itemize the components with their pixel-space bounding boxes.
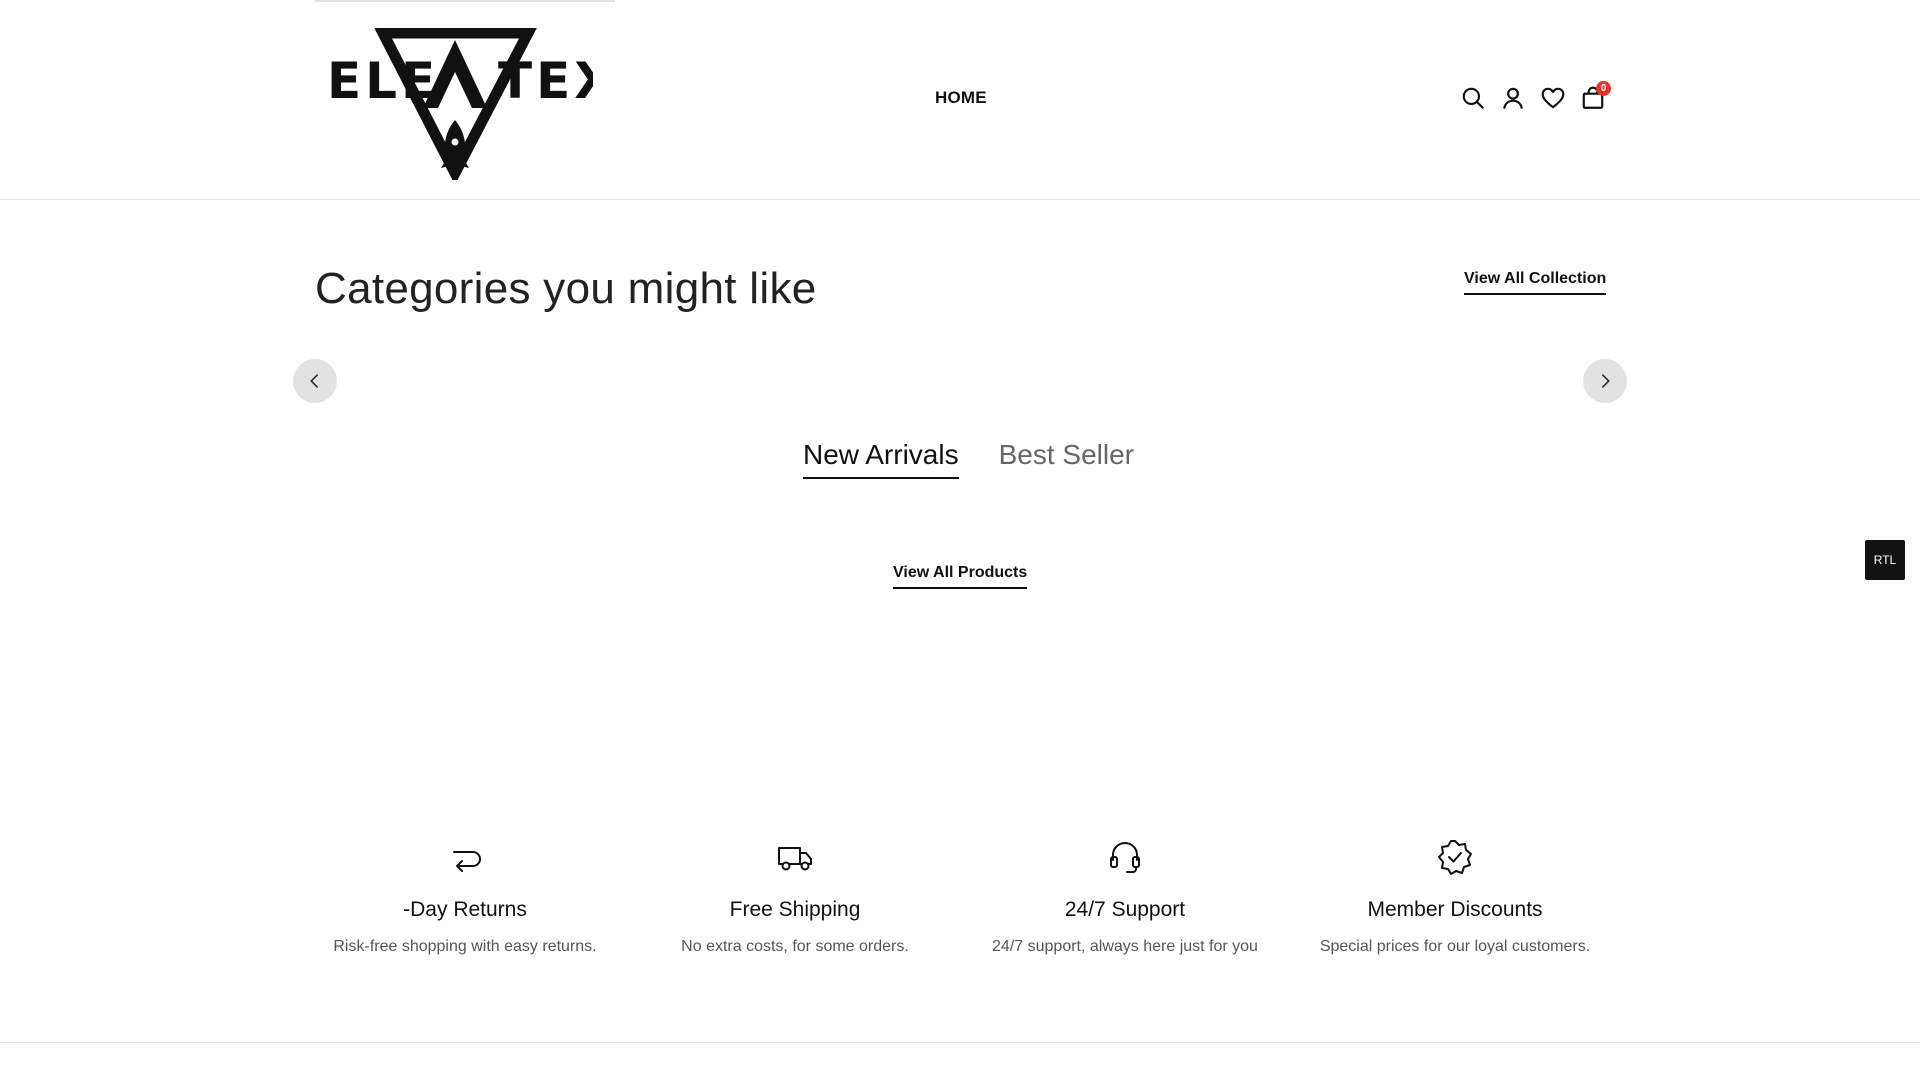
footer-divider xyxy=(0,1042,1920,1043)
feature-discounts: Member Discounts Special prices for our … xyxy=(1290,838,1620,956)
elevatex-logo-graphic: ELE TEX xyxy=(327,28,593,180)
truck-icon xyxy=(776,838,814,876)
product-tabs: New Arrivals Best Seller xyxy=(803,439,1134,479)
view-all-products-link[interactable]: View All Products xyxy=(893,564,1028,589)
cart-bag-icon[interactable]: 0 xyxy=(1580,81,1611,111)
carousel-next-button[interactable] xyxy=(1583,359,1627,403)
header-icon-group: 0 xyxy=(1460,81,1611,111)
feature-desc: 24/7 support, always here just for you xyxy=(992,938,1258,955)
search-icon[interactable] xyxy=(1460,85,1486,111)
headset-icon xyxy=(1106,838,1144,876)
badge-check-icon xyxy=(1436,838,1474,876)
return-arrow-icon xyxy=(446,838,484,876)
nav-home[interactable]: HOME xyxy=(935,88,987,108)
feature-support: 24/7 Support 24/7 support, always here j… xyxy=(960,838,1290,956)
logo-top-divider xyxy=(315,0,615,2)
page: ELE TEX HOME xyxy=(0,0,1920,1080)
chevron-right-icon xyxy=(1602,374,1610,388)
feature-desc: Special prices for our loyal customers. xyxy=(1319,938,1591,955)
cart-count-badge: 0 xyxy=(1596,81,1611,96)
feature-title: Free Shipping xyxy=(729,898,861,921)
site-header: ELE TEX HOME xyxy=(0,0,1920,200)
feature-title: 24/7 Support xyxy=(1064,898,1186,921)
feature-desc: No extra costs, for some orders. xyxy=(681,938,909,955)
view-all-collection-link[interactable]: View All Collection xyxy=(1464,270,1607,295)
tab-new-arrivals[interactable]: New Arrivals xyxy=(803,439,959,479)
feature-desc: Risk-free shopping with easy returns. xyxy=(333,938,597,955)
feature-title: Member Discounts xyxy=(1367,898,1543,921)
feature-returns: -Day Returns Risk-free shopping with eas… xyxy=(300,838,630,956)
features-row: -Day Returns Risk-free shopping with eas… xyxy=(300,838,1620,956)
categories-heading: Categories you might like xyxy=(315,264,817,313)
user-icon[interactable] xyxy=(1500,85,1526,111)
svg-text:ELE: ELE xyxy=(327,52,439,110)
rtl-toggle-button[interactable]: RTL xyxy=(1865,540,1905,580)
chevron-left-icon xyxy=(310,374,318,388)
svg-text:TEX: TEX xyxy=(498,52,593,110)
tab-best-seller[interactable]: Best Seller xyxy=(999,439,1134,479)
feature-shipping: Free Shipping No extra costs, for some o… xyxy=(630,838,960,956)
feature-title: -Day Returns xyxy=(403,898,527,921)
heart-icon[interactable] xyxy=(1540,85,1566,111)
carousel-prev-button[interactable] xyxy=(293,359,337,403)
site-logo[interactable]: ELE TEX xyxy=(323,28,593,180)
